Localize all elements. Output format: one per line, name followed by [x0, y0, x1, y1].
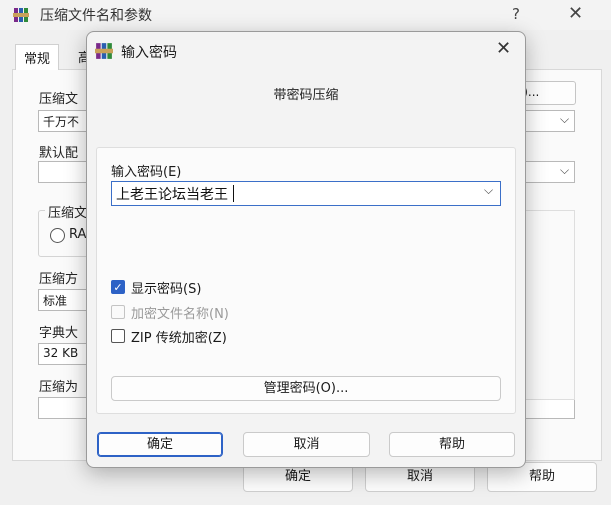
show-password-label[interactable]: 显示密码(S) [131, 278, 201, 297]
encrypt-filenames-label: 加密文件名称(N) [131, 307, 229, 322]
method-label: 压缩方 [39, 272, 79, 287]
winrar-logo-icon [95, 42, 113, 60]
background-window-title: 压缩文件名和参数 [40, 8, 152, 24]
cancel-button[interactable]: 取消 [243, 432, 370, 457]
help-icon[interactable]: ? [512, 5, 520, 23]
text-caret [233, 185, 234, 202]
dictionary-size-value: 32 KB [43, 346, 79, 360]
ok-button[interactable]: 确定 [97, 432, 223, 457]
default-profile-label: 默认配 [39, 146, 79, 161]
close-icon[interactable]: ✕ [568, 3, 583, 24]
help-button[interactable]: 帮助 [389, 432, 515, 457]
password-label: 输入密码(E) [111, 165, 182, 180]
show-password-checkbox[interactable]: ✓ [111, 280, 125, 294]
encrypt-filenames-checkbox [111, 305, 125, 319]
dialog-subtitle: 带密码压缩 [273, 88, 339, 103]
manage-passwords-button[interactable]: 管理密码(O)... [111, 376, 501, 401]
split-volumes-label: 压缩为 [39, 380, 79, 395]
chevron-down-icon[interactable]: ⌵ [484, 183, 493, 198]
options-panel [525, 210, 575, 400]
chevron-down-icon: ⌵ [560, 112, 570, 126]
rar-radio-label: RA [69, 227, 87, 242]
zip-legacy-encryption-checkbox[interactable] [111, 329, 125, 343]
chevron-down-icon: ⌵ [560, 163, 570, 177]
password-value: 上老王论坛当老王 [116, 187, 228, 203]
winrar-logo-icon [13, 7, 29, 23]
dialog-close-icon[interactable]: ✕ [496, 38, 511, 59]
archive-name-label: 压缩文 [39, 92, 79, 107]
tab-general[interactable]: 常规 [15, 44, 60, 70]
zip-legacy-encryption-label[interactable]: ZIP 传统加密(Z) [131, 327, 227, 346]
archive-format-label: 压缩文 [45, 202, 91, 221]
dictionary-size-label: 字典大 [39, 326, 79, 341]
dialog-title: 输入密码 [121, 45, 177, 61]
archive-name-value: 千万不 [43, 115, 80, 129]
checkmark-icon: ✓ [113, 281, 123, 294]
rar-radio[interactable] [50, 228, 65, 243]
method-value: 标准 [43, 294, 68, 308]
